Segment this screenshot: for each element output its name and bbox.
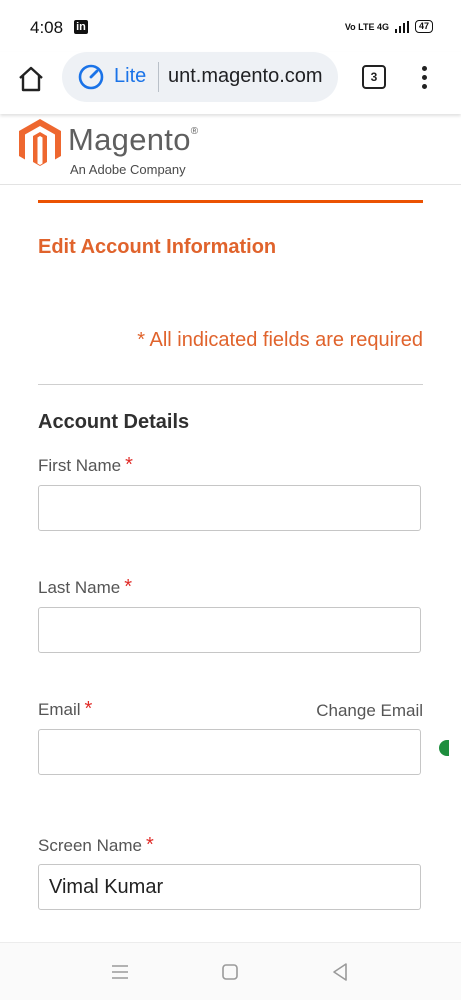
url-text[interactable]: unt.magento.com [168,65,323,88]
last-name-label-text: Last Name [38,578,121,597]
home-icon[interactable] [16,64,46,94]
more-vert-icon[interactable] [416,64,432,92]
screen-name-label: Screen Name * [38,834,154,857]
screen-name-label-text: Screen Name [38,836,142,855]
last-name-label: Last Name * [38,576,132,599]
email-label: Email * [38,698,92,721]
address-bar[interactable]: Lite unt.magento.com [62,52,338,102]
system-nav-bar [0,942,461,1000]
lite-mode-label: Lite [114,65,147,87]
first-name-label: First Name * [38,454,133,477]
screen-name-field[interactable]: Vimal Kumar [38,864,421,910]
status-indicators: Vo LTE 4G 47 [345,20,433,33]
logo-tagline: An Adobe Company [70,162,186,177]
status-time: 4:08 [30,18,64,37]
battery-icon: 47 [414,20,433,33]
accent-rule [38,200,423,203]
email-label-text: Email [38,700,81,719]
recent-apps-icon[interactable] [109,961,131,983]
required-star: * [125,454,133,476]
address-divider [158,62,159,92]
speedometer-icon [78,64,104,90]
home-square-icon[interactable] [219,961,241,983]
required-star: * [84,698,93,720]
page-title: Edit Account Information [38,236,277,258]
section-divider [38,384,423,385]
header-divider [0,184,461,185]
logo-word: Magento [68,122,191,157]
browser-toolbar: Lite unt.magento.com 3 [0,52,461,114]
required-star: * [145,834,154,856]
last-name-field[interactable] [38,607,421,653]
tab-switcher-button[interactable]: 3 [362,65,386,89]
network-label: Vo LTE 4G [344,21,389,32]
back-triangle-icon[interactable] [329,961,351,983]
signal-icon [394,20,409,33]
required-fields-note: * All indicated fields are required [137,329,423,351]
first-name-label-text: First Name [38,456,122,475]
scroll-indicator [439,740,449,756]
change-email-link[interactable]: Change Email [316,701,423,721]
registered-mark: ® [190,126,199,137]
linkedin-icon: in [74,20,88,34]
email-field[interactable] [38,729,421,775]
first-name-field[interactable] [38,485,421,531]
required-star: * [124,576,132,598]
magento-logo-icon[interactable] [18,118,62,168]
magento-wordmark: Magento® [68,122,198,158]
section-title: Account Details [38,411,190,433]
status-bar: 4:08 in Vo LTE 4G 47 [0,0,461,52]
